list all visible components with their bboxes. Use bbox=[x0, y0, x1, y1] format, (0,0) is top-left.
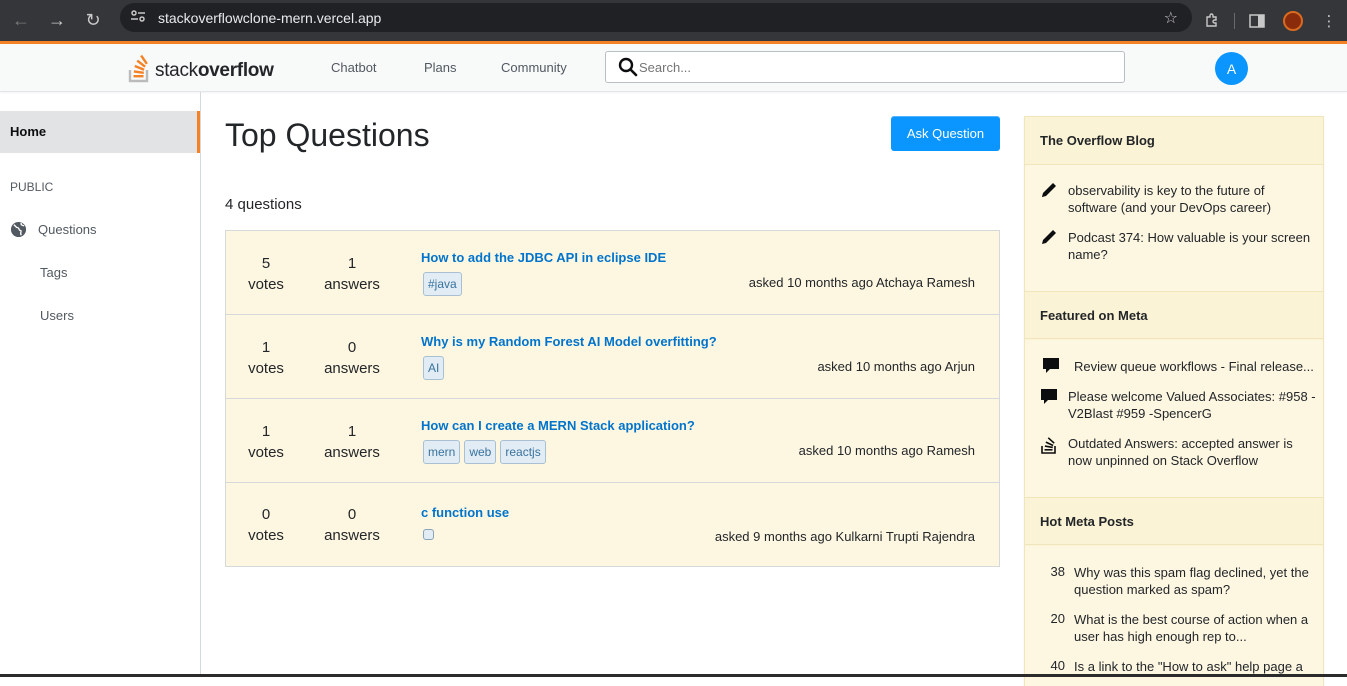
bookmark-star-icon[interactable]: ☆ bbox=[1164, 8, 1178, 28]
post-score: 20 bbox=[1050, 611, 1065, 626]
question-tags: #java bbox=[423, 272, 462, 296]
tag-empty[interactable] bbox=[423, 529, 434, 540]
sidebar-widget: The Overflow Blog observability is key t… bbox=[1024, 116, 1324, 686]
logo-wordmark: stackoverflow bbox=[155, 60, 274, 81]
question-tags bbox=[423, 523, 434, 540]
blog-item[interactable]: observability is key to the future of sof… bbox=[1068, 182, 1271, 216]
nav-chatbot[interactable]: Chatbot bbox=[331, 60, 377, 75]
post-score: 38 bbox=[1050, 564, 1065, 579]
address-bar[interactable]: stackoverflowclone-mern.vercel.app ☆ bbox=[120, 3, 1192, 32]
toolbar-divider bbox=[1234, 12, 1235, 29]
question-title-link[interactable]: Why is my Random Forest AI Model overfit… bbox=[421, 334, 717, 349]
vote-count: 1 votes bbox=[248, 339, 284, 377]
user-avatar[interactable]: A bbox=[1215, 52, 1248, 85]
tag-web[interactable]: web bbox=[464, 440, 497, 464]
back-icon[interactable]: ← bbox=[6, 6, 36, 36]
blog-item[interactable]: Podcast 374: How valuable is your screen… bbox=[1068, 229, 1310, 263]
meta-header: Featured on Meta bbox=[1025, 291, 1323, 339]
question-row: 0 votes 0 answers c function use asked 9 m… bbox=[226, 483, 999, 567]
question-tags: mern web reactjs bbox=[423, 440, 546, 464]
sidebar-item-tags[interactable]: Tags bbox=[40, 265, 67, 280]
sidebar-section-public: PUBLIC bbox=[10, 180, 54, 194]
search-icon bbox=[618, 57, 638, 77]
hot-meta-list: 38 Why was this spam flag declined, yet … bbox=[1025, 546, 1323, 686]
answer-count: 1 answers bbox=[324, 423, 380, 461]
pencil-icon bbox=[1042, 230, 1056, 244]
meta-item[interactable]: Outdated Answers: accepted answer is now … bbox=[1068, 435, 1293, 469]
question-title-link[interactable]: How to add the JDBC API in eclipse IDE bbox=[421, 250, 666, 265]
site-settings-icon[interactable] bbox=[130, 9, 152, 26]
hot-meta-header: Hot Meta Posts bbox=[1025, 497, 1323, 545]
question-tags: AI bbox=[423, 356, 445, 380]
stackoverflow-logo[interactable]: stackoverflow bbox=[128, 53, 274, 83]
asked-info: asked 10 months ago Ramesh bbox=[798, 443, 975, 458]
left-sidebar: Home PUBLIC Questions Tags Users bbox=[0, 92, 201, 677]
meta-item[interactable]: Please welcome Valued Associates: #958 -… bbox=[1068, 388, 1316, 422]
hot-post-item[interactable]: What is the best course of action when a… bbox=[1074, 611, 1308, 645]
post-score: 40 bbox=[1050, 658, 1065, 673]
question-title-link[interactable]: c function use bbox=[421, 505, 509, 520]
url-text[interactable]: stackoverflowclone-mern.vercel.app bbox=[158, 10, 381, 26]
vote-count: 1 votes bbox=[248, 423, 284, 461]
sidebar-item-users[interactable]: Users bbox=[40, 308, 74, 323]
sidebar-item-questions[interactable]: Questions bbox=[38, 222, 97, 237]
profile-avatar-icon[interactable] bbox=[1280, 8, 1306, 34]
comment-icon bbox=[1043, 358, 1059, 373]
blog-header: The Overflow Blog bbox=[1025, 117, 1323, 165]
comment-icon bbox=[1041, 389, 1057, 404]
answer-count: 0 answers bbox=[324, 506, 380, 544]
answer-count: 1 answers bbox=[324, 255, 380, 293]
answer-count: 0 answers bbox=[324, 339, 380, 377]
stack-icon bbox=[1041, 437, 1056, 454]
hot-post-item[interactable]: Why was this spam flag declined, yet the… bbox=[1074, 564, 1309, 598]
nav-plans[interactable]: Plans bbox=[424, 60, 457, 75]
vote-count: 0 votes bbox=[248, 506, 284, 544]
tag-mern[interactable]: mern bbox=[423, 440, 461, 464]
extensions-icon[interactable] bbox=[1199, 8, 1225, 34]
forward-icon[interactable]: → bbox=[42, 6, 72, 36]
pencil-icon bbox=[1042, 183, 1056, 197]
stackoverflow-logo-icon bbox=[128, 54, 149, 83]
meta-list: Review queue workflows - Final release..… bbox=[1025, 340, 1323, 497]
ask-question-button[interactable]: Ask Question bbox=[891, 116, 1000, 151]
question-row: 1 votes 0 answers Why is my Random Forest … bbox=[226, 315, 999, 399]
sidebar-item-home[interactable]: Home bbox=[0, 111, 200, 153]
question-row: 1 votes 1 answers How can I create a MERN … bbox=[226, 399, 999, 483]
tag-java[interactable]: #java bbox=[423, 272, 462, 296]
side-panel-icon[interactable] bbox=[1244, 8, 1270, 34]
question-count: 4 questions bbox=[225, 196, 302, 213]
reload-icon[interactable]: ↻ bbox=[78, 6, 108, 36]
hot-post-item[interactable]: Is a link to the "How to ask" help page … bbox=[1074, 658, 1303, 675]
tag-ai[interactable]: AI bbox=[423, 356, 445, 380]
question-list: 5 votes 1 answers How to add the JDBC API … bbox=[225, 230, 1000, 567]
asked-info: asked 9 months ago Kulkarni Trupti Rajen… bbox=[714, 529, 975, 544]
search-box[interactable] bbox=[605, 51, 1125, 83]
nav-community[interactable]: Community bbox=[501, 60, 567, 75]
menu-kebab-icon[interactable]: ⋮ bbox=[1316, 8, 1342, 34]
meta-item[interactable]: Review queue workflows - Final release..… bbox=[1074, 358, 1314, 375]
page-title: Top Questions bbox=[225, 117, 430, 153]
site-navbar: stackoverflow Chatbot Plans Community A bbox=[0, 44, 1347, 92]
search-input[interactable] bbox=[639, 59, 1099, 75]
asked-info: asked 10 months ago Arjun bbox=[817, 359, 975, 374]
asked-info: asked 10 months ago Atchaya Ramesh bbox=[748, 275, 975, 290]
vote-count: 5 votes bbox=[248, 255, 284, 293]
globe-icon bbox=[10, 221, 27, 238]
blog-list: observability is key to the future of sof… bbox=[1025, 165, 1323, 291]
browser-toolbar: ← → ↻ stackoverflowclone-mern.vercel.app… bbox=[0, 0, 1347, 41]
question-title-link[interactable]: How can I create a MERN Stack applicatio… bbox=[421, 418, 695, 433]
question-row: 5 votes 1 answers How to add the JDBC API … bbox=[226, 231, 999, 315]
tag-reactjs[interactable]: reactjs bbox=[500, 440, 546, 464]
